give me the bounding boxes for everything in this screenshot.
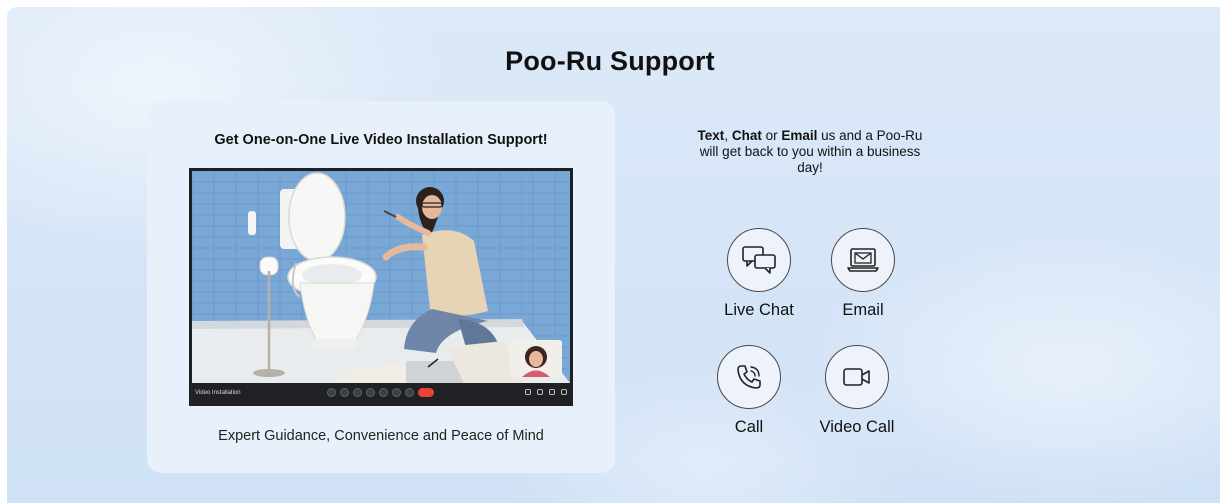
email-option[interactable]: Email bbox=[808, 228, 918, 320]
call-option[interactable]: Call bbox=[694, 345, 804, 437]
page-title: Poo-Ru Support bbox=[505, 46, 715, 76]
live-chat-button[interactable] bbox=[727, 228, 791, 292]
video-call-label: Video Call bbox=[819, 418, 895, 436]
chat-bubbles-icon bbox=[742, 246, 776, 274]
video-installation-image: Video Installation bbox=[189, 168, 573, 406]
camera-icon bbox=[340, 388, 349, 397]
video-call-option[interactable]: Video Call bbox=[802, 345, 912, 437]
info-icon bbox=[525, 389, 531, 395]
video-call-button[interactable] bbox=[825, 345, 889, 409]
video-support-heading: Get One-on-One Live Video Installation S… bbox=[214, 132, 548, 148]
video-support-card: Get One-on-One Live Video Installation S… bbox=[147, 101, 615, 473]
captions-icon bbox=[353, 388, 362, 397]
contact-intro-text: Text, Chat or Email us and a Poo-Ru will… bbox=[690, 128, 930, 176]
end-call-icon bbox=[418, 388, 434, 397]
video-camera-icon bbox=[843, 368, 870, 386]
intro-text-word: Text bbox=[697, 128, 725, 143]
email-button[interactable] bbox=[831, 228, 895, 292]
intro-email-word: Email bbox=[781, 128, 818, 143]
video-support-caption: Expert Guidance, Convenience and Peace o… bbox=[218, 428, 544, 444]
participant-avatar bbox=[510, 340, 562, 377]
video-toolbar-label: Video Installation bbox=[195, 390, 241, 396]
live-chat-label: Live Chat bbox=[724, 301, 794, 319]
chat-icon bbox=[549, 389, 555, 395]
participant-thumbnail bbox=[510, 340, 562, 377]
present-icon bbox=[379, 388, 388, 397]
email-label: Email bbox=[842, 301, 884, 319]
more-options-icon bbox=[405, 388, 414, 397]
phone-icon bbox=[737, 365, 761, 389]
raise-hand-icon bbox=[392, 388, 401, 397]
intro-chat-word: Chat bbox=[731, 128, 762, 143]
mic-icon bbox=[327, 388, 336, 397]
call-button[interactable] bbox=[717, 345, 781, 409]
video-call-side-controls bbox=[525, 389, 567, 395]
video-call-toolbar: Video Installation bbox=[189, 383, 573, 406]
call-label: Call bbox=[734, 418, 764, 436]
emoji-icon bbox=[366, 388, 375, 397]
intro-separator: or bbox=[761, 128, 782, 143]
live-chat-option[interactable]: Live Chat bbox=[704, 228, 814, 320]
video-call-controls bbox=[327, 388, 434, 397]
envelope-laptop-icon bbox=[847, 248, 879, 272]
activities-icon bbox=[561, 389, 567, 395]
people-icon bbox=[537, 389, 543, 395]
intro-separator: , bbox=[724, 128, 732, 143]
